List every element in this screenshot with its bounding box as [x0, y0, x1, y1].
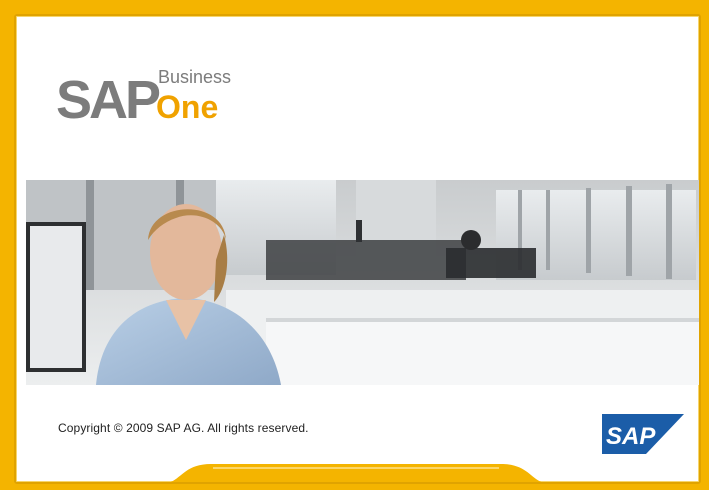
sap-corner-logo-text: SAP: [606, 423, 656, 450]
splash-frame: SAP Business One Copyright © 2009 SAP AG…: [0, 0, 709, 490]
logo-business-text: Business: [158, 67, 231, 87]
bottom-yellow-tab: [170, 464, 542, 482]
splash-panel: SAP Business One Copyright © 2009 SAP AG…: [14, 14, 701, 484]
logo-one-text: One: [156, 89, 218, 125]
sap-business-one-logo: SAP Business One: [56, 67, 231, 130]
copyright-text: Copyright © 2009 SAP AG. All rights rese…: [58, 421, 309, 435]
logo-sap-text: SAP: [56, 70, 160, 130]
office-photo-banner: [26, 180, 699, 385]
sap-corner-logo: SAP: [602, 414, 684, 454]
